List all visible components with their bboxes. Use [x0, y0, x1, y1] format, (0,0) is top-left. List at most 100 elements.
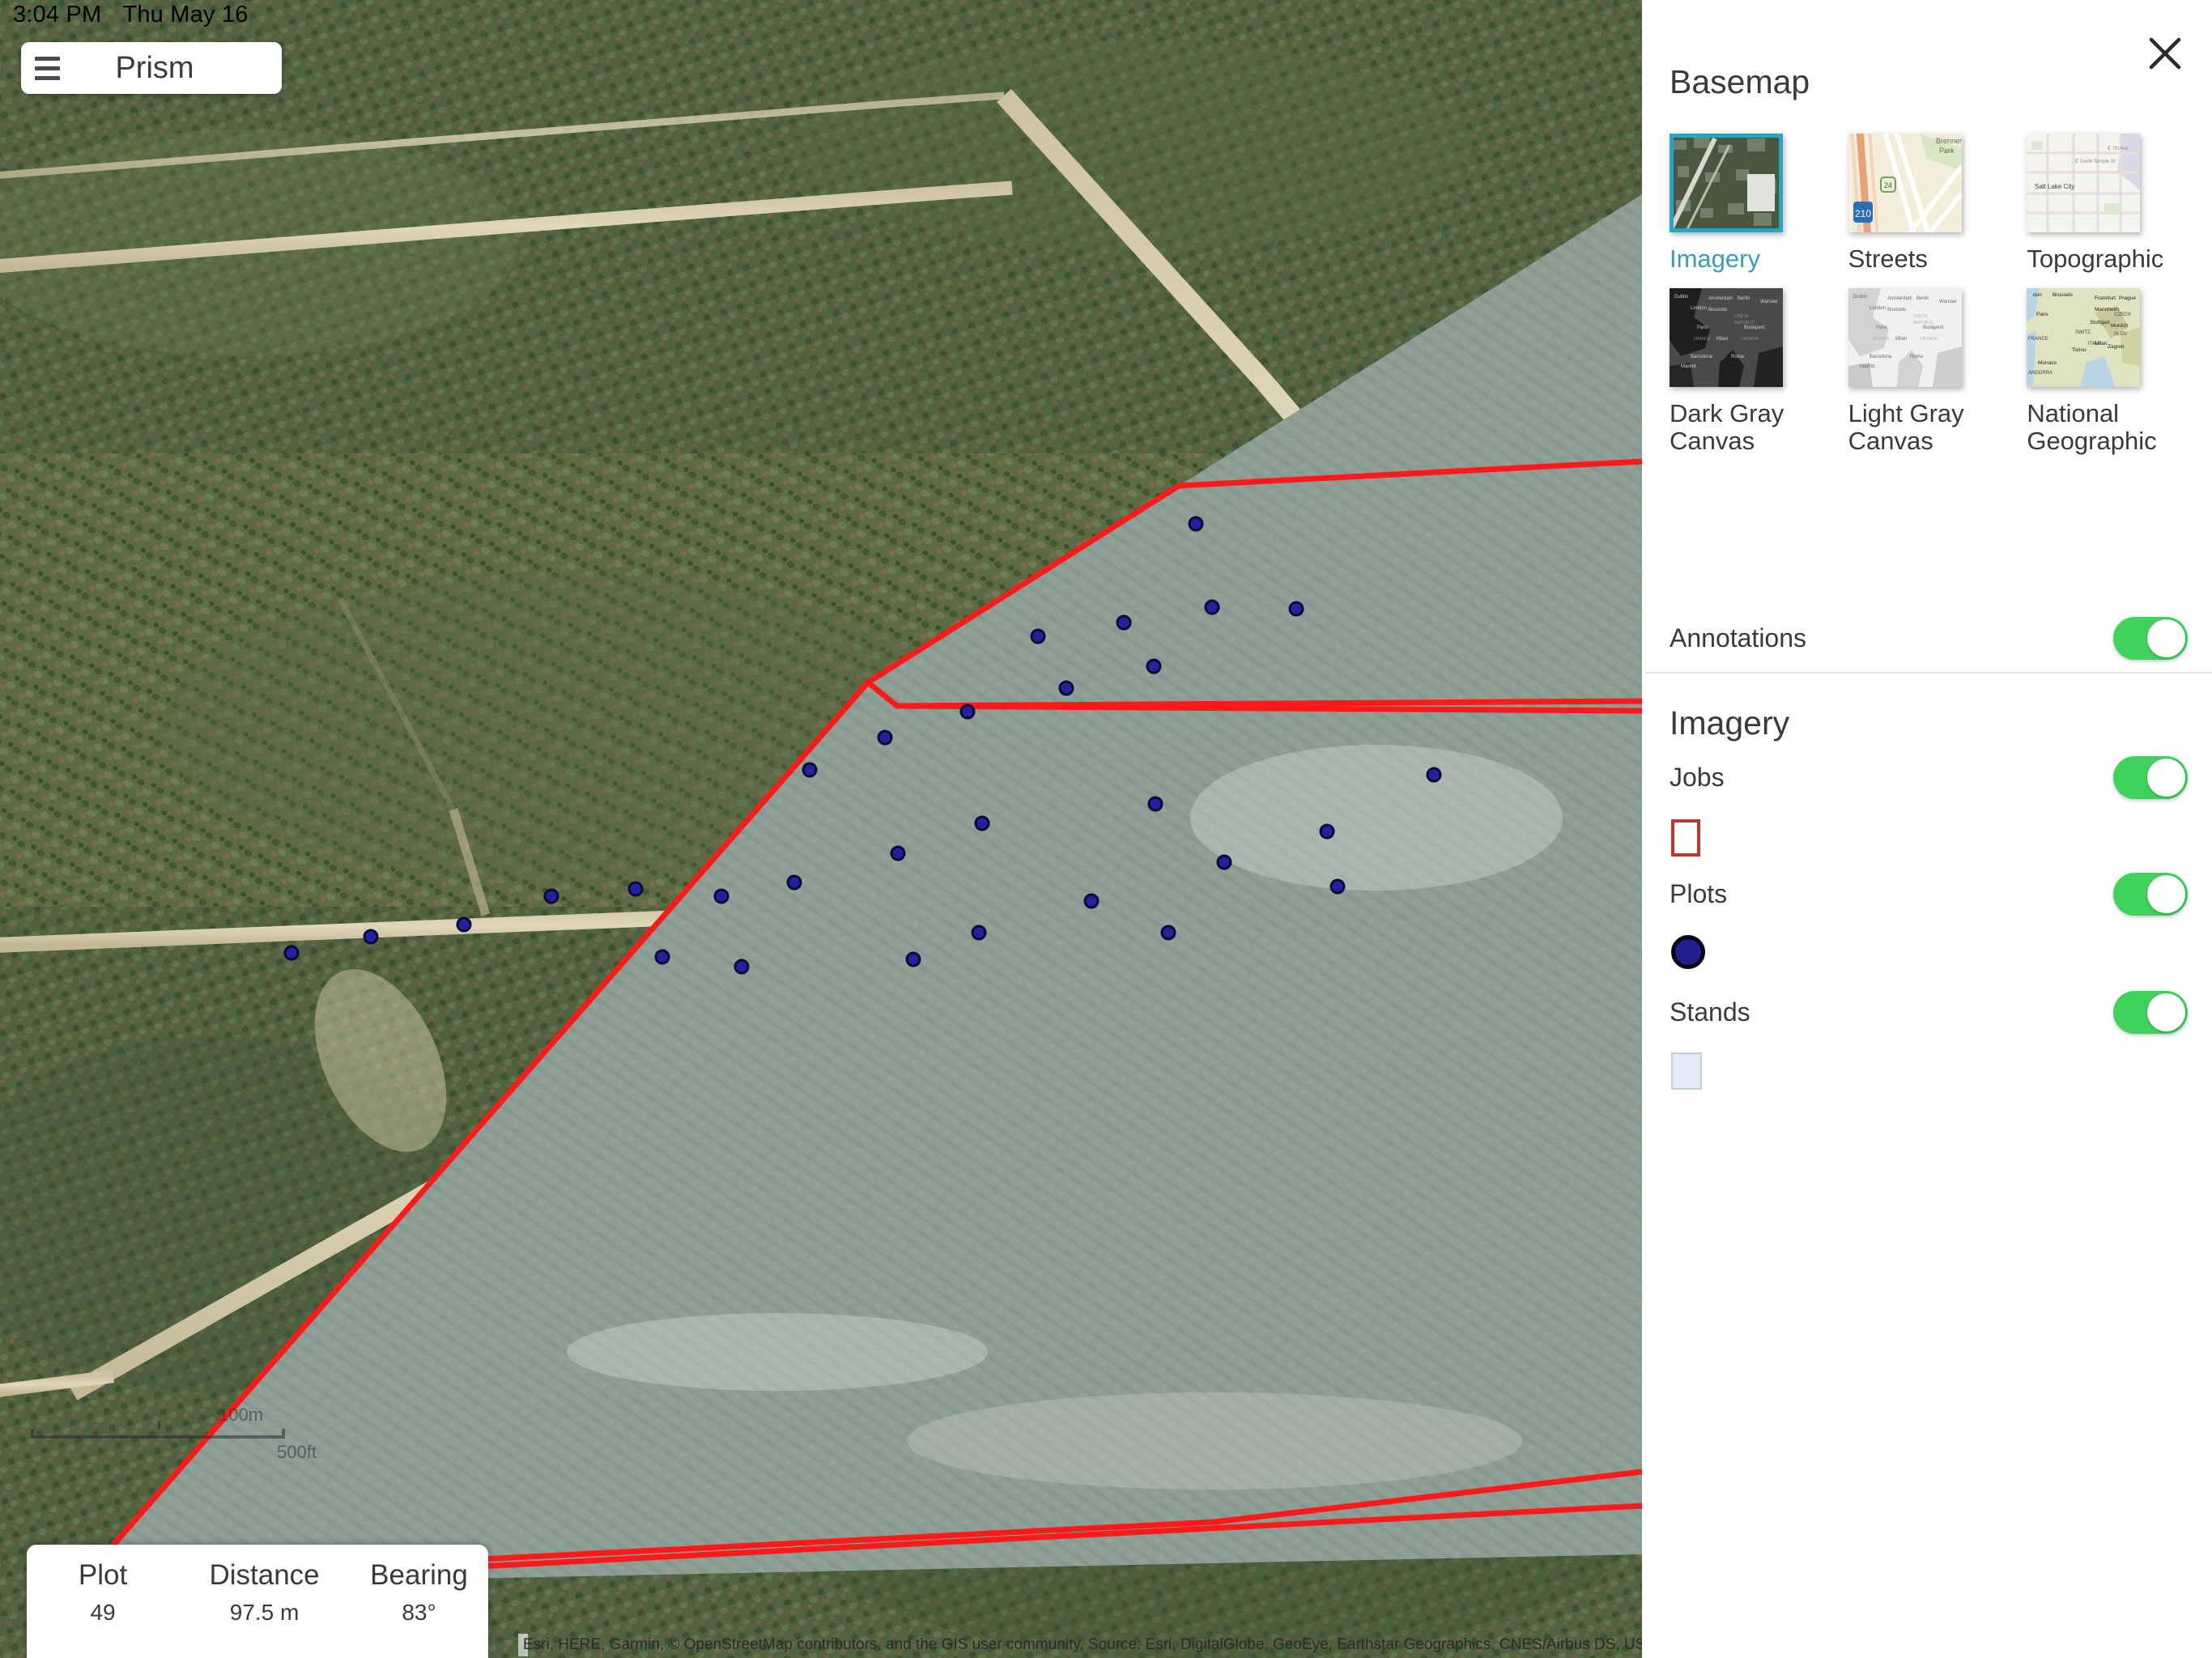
- column-header-distance: Distance: [179, 1556, 350, 1600]
- basemap-option-light-gray-canvas[interactable]: DublinLondon AmsterdamBrussels BerlinWar…: [1848, 288, 1999, 456]
- svg-text:Paris: Paris: [1697, 325, 1708, 330]
- app-header-bar: Prism: [21, 42, 282, 94]
- stands-label: Stands: [1670, 997, 1750, 1027]
- basemap-option-streets[interactable]: 210 24 Brenner Park Streets: [1848, 134, 1999, 274]
- stands-toggle[interactable]: [2113, 991, 2188, 1034]
- svg-text:Warsaw: Warsaw: [1760, 300, 1778, 304]
- close-icon[interactable]: [2146, 34, 2184, 73]
- svg-text:Milan: Milan: [1716, 337, 1728, 342]
- topographic-map-thumbnail[interactable]: Salt Lake City E South Temple St E 7th A…: [2027, 134, 2140, 232]
- svg-text:London: London: [1691, 306, 1707, 311]
- svg-text:ANDORRA: ANDORRA: [2028, 371, 2052, 376]
- basemap-option-imagery[interactable]: Imagery: [1670, 134, 1820, 274]
- svg-text:Milan: Milan: [1895, 337, 1907, 342]
- basemap-label-imagery: Imagery: [1670, 245, 1799, 274]
- annotations-row: Annotations: [1670, 612, 2188, 664]
- hamburger-menu-icon[interactable]: [21, 42, 73, 94]
- cell-bearing: 83°: [350, 1600, 488, 1626]
- basemap-label-topographic: Topographic: [2027, 245, 2156, 274]
- svg-text:Stuttgart: Stuttgart: [2090, 320, 2110, 325]
- basemap-option-topographic[interactable]: Salt Lake City E South Temple St E 7th A…: [2027, 134, 2177, 274]
- svg-text:CROATIA: CROATIA: [1741, 337, 1759, 342]
- basemap-label-streets: Streets: [1848, 245, 1978, 274]
- jobs-toggle[interactable]: [2113, 756, 2188, 799]
- svg-text:Roma: Roma: [1910, 355, 1924, 359]
- imagery-section-title: Imagery: [1670, 704, 1789, 742]
- table-header-row: Plot Distance Bearing: [27, 1556, 488, 1600]
- scale-bar-bottom-label: 500ft: [277, 1442, 317, 1463]
- svg-text:ITALY: ITALY: [2088, 342, 2101, 346]
- svg-text:24: 24: [1884, 181, 1892, 189]
- svg-text:Berlin: Berlin: [1738, 296, 1750, 301]
- svg-text:Munich: Munich: [2111, 323, 2128, 329]
- basemap-option-dark-gray-canvas[interactable]: DublinLondon AmsterdamBrussels BerlinWar…: [1670, 288, 1820, 456]
- streets-map-thumbnail[interactable]: 210 24 Brenner Park: [1848, 134, 1962, 232]
- basemap-option-national-geographic[interactable]: don Brussels FrankfurtPrague Paris Mannhei…: [2027, 288, 2177, 456]
- svg-text:Zagreb: Zagreb: [2108, 344, 2125, 350]
- svg-text:Amsterdam: Amsterdam: [1708, 296, 1733, 301]
- svg-text:Salt Lake City: Salt Lake City: [2035, 183, 2074, 190]
- svg-text:SWITZ.: SWITZ.: [2075, 330, 2092, 335]
- svg-text:CZECH: CZECH: [1734, 314, 1749, 319]
- svg-text:Budapest: Budapest: [1923, 325, 1944, 330]
- plots-toggle[interactable]: [2113, 873, 2188, 916]
- svg-text:Prague: Prague: [2119, 295, 2136, 301]
- svg-text:Barcelona: Barcelona: [1691, 355, 1713, 359]
- svg-text:Warsaw: Warsaw: [1939, 300, 1957, 304]
- app-root: 100m 500ft Esri, HERE, Garmin, © OpenStr…: [0, 0, 2212, 1658]
- svg-text:REPUBLIC: REPUBLIC: [1913, 321, 1933, 325]
- svg-text:FRANCE: FRANCE: [1873, 337, 1890, 342]
- jobs-legend-swatch: [1671, 819, 1700, 857]
- svg-text:Brussels: Brussels: [2052, 292, 2074, 298]
- light-gray-canvas-thumbnail[interactable]: DublinLondon AmsterdamBrussels BerlinWar…: [1848, 288, 1962, 387]
- annotations-toggle[interactable]: [2113, 617, 2188, 660]
- stands-legend-swatch: [1671, 1052, 1702, 1090]
- svg-text:E 7th Ave: E 7th Ave: [2108, 147, 2129, 151]
- basemap-section-title: Basemap: [1670, 63, 1810, 101]
- svg-text:CROATIA: CROATIA: [1920, 337, 1938, 342]
- svg-text:CZECH: CZECH: [1913, 314, 1928, 319]
- svg-text:Madrid: Madrid: [1860, 364, 1874, 369]
- plot-info-card: Plot Distance Bearing 49 97.5 m 83°: [27, 1545, 488, 1658]
- svg-text:Amsterdam: Amsterdam: [1887, 296, 1912, 301]
- column-header-bearing: Bearing: [350, 1556, 488, 1600]
- map-view[interactable]: 100m 500ft Esri, HERE, Garmin, © OpenStr…: [0, 0, 1642, 1658]
- svg-text:REPUBLIC: REPUBLIC: [1734, 321, 1755, 325]
- svg-text:Brussels: Brussels: [1887, 308, 1906, 312]
- svg-text:E South Temple St: E South Temple St: [2075, 159, 2116, 164]
- plots-legend-swatch: [1671, 935, 1705, 969]
- cell-distance: 97.5 m: [179, 1600, 350, 1626]
- svg-text:Budapest: Budapest: [1744, 325, 1765, 330]
- basemap-option-grid: Imagery: [1670, 134, 2188, 456]
- svg-text:Torino: Torino: [2072, 347, 2087, 353]
- satellite-imagery-thumbnail[interactable]: [1670, 134, 1783, 232]
- svg-text:don: don: [2033, 292, 2042, 298]
- svg-text:Monaco: Monaco: [2038, 360, 2057, 366]
- map-attribution: Esri, HERE, Garmin, © OpenStreetMap cont…: [518, 1634, 528, 1656]
- svg-text:Park: Park: [1939, 147, 1955, 155]
- stands-layer-row: Stands: [1670, 986, 2188, 1038]
- svg-text:Brenner: Brenner: [1936, 137, 1962, 145]
- svg-text:Barcelona: Barcelona: [1870, 355, 1892, 359]
- layers-panel: Basemap: [1642, 0, 2212, 1658]
- svg-text:Paris: Paris: [1876, 325, 1887, 330]
- svg-text:CZECH: CZECH: [2114, 312, 2131, 317]
- svg-text:Brussels: Brussels: [1708, 308, 1727, 312]
- svg-text:FRANCE: FRANCE: [1694, 337, 1711, 342]
- svg-text:Paris: Paris: [2036, 312, 2049, 317]
- svg-text:Mannheim: Mannheim: [2095, 307, 2119, 312]
- svg-text:Berlin: Berlin: [1916, 296, 1929, 301]
- svg-text:Roma: Roma: [1731, 355, 1745, 359]
- cell-plot: 49: [27, 1600, 179, 1626]
- column-header-plot: Plot: [27, 1556, 179, 1600]
- jobs-label: Jobs: [1670, 763, 1725, 793]
- dark-gray-canvas-thumbnail[interactable]: DublinLondon AmsterdamBrussels BerlinWar…: [1670, 288, 1783, 387]
- national-geographic-thumbnail[interactable]: don Brussels FrankfurtPrague Paris Mannhei…: [2027, 288, 2140, 387]
- svg-text:FRANCE: FRANCE: [2028, 337, 2048, 342]
- plots-label: Plots: [1670, 879, 1727, 909]
- map-scale-bar: 100m 500ft: [31, 1429, 285, 1439]
- jobs-layer-row: Jobs: [1670, 751, 2188, 803]
- basemap-label-national-geographic: National Geographic: [2027, 400, 2156, 456]
- svg-text:Frankfurt: Frankfurt: [2095, 295, 2116, 301]
- svg-text:SLOV.: SLOV.: [2114, 332, 2128, 337]
